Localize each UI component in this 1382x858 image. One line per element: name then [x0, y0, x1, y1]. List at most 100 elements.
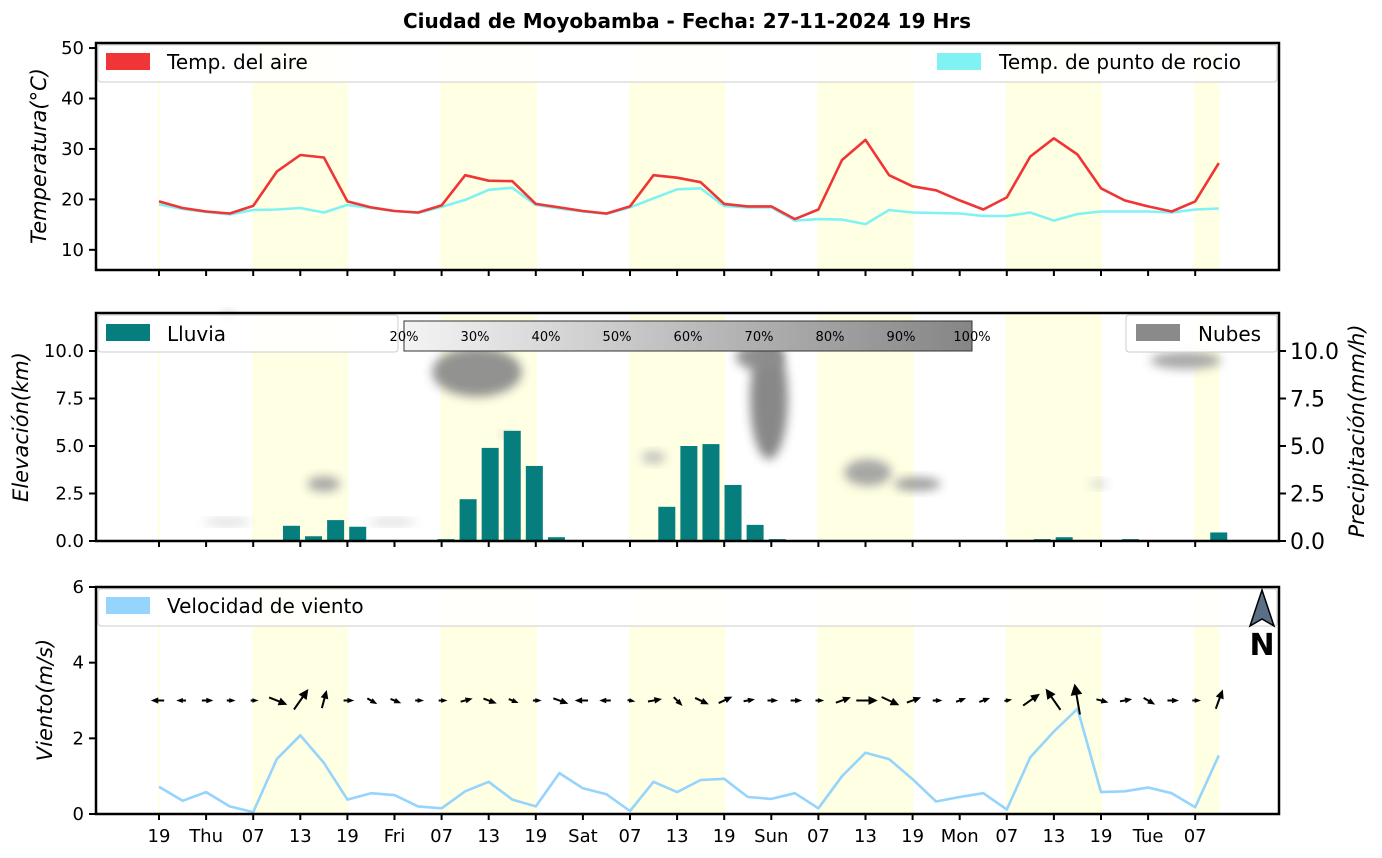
cloud-colorbar: 20%30%40%50%60%70%80%90%100% — [390, 321, 991, 351]
y-tick-label: 2.5 — [1290, 483, 1325, 508]
x-tick-label: Sun — [754, 826, 788, 847]
x-tick-label: Sat — [568, 826, 598, 847]
wind-arrow — [599, 698, 611, 704]
air-temp-legend-swatch — [106, 53, 150, 70]
colorbar-tick-label: 70% — [745, 330, 774, 345]
cloud-patch — [1090, 480, 1106, 488]
x-tick-label: 19 — [1090, 826, 1113, 847]
y-tick-label: 20 — [61, 189, 84, 210]
wind-arrow-head — [795, 698, 802, 704]
rain-bar — [747, 525, 764, 541]
rain-bar — [327, 520, 344, 541]
colorbar-tick-label: 90% — [887, 330, 916, 345]
wind-arrow — [768, 698, 779, 703]
temperature-legend: Temp. del aire Temp. de punto de rocio — [98, 45, 1277, 82]
wind-arrow-head — [1147, 698, 1156, 707]
x-tick-label: 07 — [807, 826, 830, 847]
rain-clouds-panel: 0.02.55.07.510.0 0.02.55.07.510.0 Elevac… — [9, 311, 1369, 555]
x-tick-label: 13 — [289, 826, 312, 847]
precipitation-y-ticks: 0.02.55.07.510.0 — [1279, 340, 1339, 555]
cloud-patch — [642, 452, 666, 463]
x-tick-label: Mon — [941, 826, 979, 847]
x-tick-label: 19 — [524, 826, 547, 847]
elevation-y-label: Elevación(km) — [9, 352, 33, 502]
wind-arrow-head — [983, 695, 991, 703]
rain-legend-label: Lluvia — [167, 322, 226, 346]
y-tick-label: 5.0 — [1290, 435, 1325, 460]
rain-bar — [460, 499, 477, 541]
y-tick-label: 4 — [73, 653, 84, 674]
wind-arrow-head — [176, 698, 183, 703]
wind-arrow — [575, 697, 588, 703]
x-tick-label: 07 — [619, 826, 642, 847]
wind-arrow-head — [151, 697, 158, 703]
y-tick-label: 2 — [73, 728, 84, 749]
wind-arrow-head — [1125, 696, 1133, 703]
rain-bar — [658, 507, 675, 541]
daylight-band — [1006, 313, 1102, 541]
wind-arrow — [1167, 698, 1179, 704]
colorbar-tick-label: 50% — [603, 330, 632, 345]
rain-bar — [702, 444, 719, 541]
wind-arrow-head — [575, 697, 582, 703]
colorbar-tick-label: 100% — [953, 330, 990, 345]
elevation-y-ticks: 0.02.55.07.510.0 — [44, 341, 96, 552]
wind-y-label: Viento(m/s) — [33, 639, 57, 761]
wind-arrow-head — [394, 698, 403, 706]
rain-bar — [349, 527, 366, 541]
wind-arrow-head — [229, 698, 235, 703]
x-tick-label: 13 — [1042, 826, 1065, 847]
forecast-chart-svg: Ciudad de Moyobamba - Fecha: 27-11-2024 … — [0, 0, 1382, 854]
rain-bar — [482, 448, 499, 541]
rain-legend: Lluvia — [98, 315, 398, 352]
cloud-patch — [1150, 352, 1221, 369]
wind-arrow — [176, 698, 186, 703]
clouds-legend-swatch — [1136, 324, 1180, 341]
wind-arrow-head — [913, 694, 923, 703]
wind-arrow — [415, 698, 424, 703]
wind-arrow-head — [560, 698, 570, 707]
y-tick-label: 0.0 — [55, 531, 84, 552]
wind-legend: Velocidad de viento — [98, 589, 1277, 626]
precipitation-y-label: Precipitación(mm/h) — [1345, 324, 1369, 537]
cloud-patch — [307, 476, 340, 491]
x-tick-label: 13 — [854, 826, 877, 847]
north-label: N — [1249, 628, 1274, 663]
y-tick-label: 7.5 — [1290, 388, 1325, 413]
wind-arrow-head — [599, 698, 606, 704]
y-tick-label: 30 — [61, 139, 84, 160]
cloud-colorbar-labels: 20%30%40%50%60%70%80%90%100% — [390, 330, 991, 345]
y-tick-label: 10.0 — [44, 341, 84, 362]
wind-arrow — [743, 696, 755, 704]
y-tick-label: 0 — [73, 804, 84, 825]
cloud-patch — [369, 519, 416, 525]
x-tick-label: 07 — [242, 826, 265, 847]
rain-bar — [1210, 532, 1227, 541]
wind-arrow-head — [206, 698, 213, 704]
x-tick-label: 07 — [430, 826, 453, 847]
wind-arrow-head — [1172, 698, 1179, 704]
colorbar-tick-label: 80% — [816, 330, 845, 345]
y-tick-label: 7.5 — [55, 389, 84, 410]
wind-arrow — [955, 696, 967, 705]
wind-arrow-head — [724, 694, 734, 703]
wind-legend-swatch — [106, 597, 150, 614]
wind-y-ticks: 0246 — [73, 577, 96, 825]
y-tick-label: 10.0 — [1290, 340, 1339, 365]
y-tick-label: 50 — [61, 38, 84, 59]
wind-arrow — [202, 698, 214, 704]
colorbar-tick-label: 20% — [390, 330, 419, 345]
x-tick-label: 19 — [713, 826, 736, 847]
air-temp-legend-label: Temp. del aire — [166, 50, 308, 74]
x-tick-label: 19 — [336, 826, 359, 847]
rain-bar — [526, 466, 543, 541]
x-tick-label: Thu — [188, 826, 223, 847]
wind-arrow — [791, 698, 803, 704]
y-tick-label: 5.0 — [55, 436, 84, 457]
cloud-patch — [432, 347, 521, 396]
colorbar-tick-label: 30% — [461, 330, 490, 345]
rain-bar — [504, 431, 521, 541]
x-tick-label: Fri — [384, 826, 405, 847]
clouds-legend: Nubes — [1126, 315, 1277, 352]
x-tick-label: Tue — [1132, 826, 1164, 847]
